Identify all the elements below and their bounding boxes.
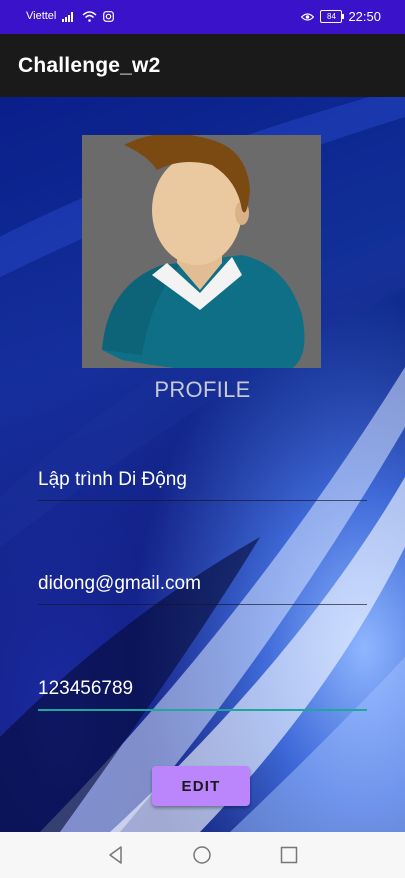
- app-bar: Challenge_w2: [0, 34, 405, 97]
- name-field[interactable]: [38, 460, 367, 500]
- profile-heading: PROFILE: [154, 377, 251, 402]
- avatar: [82, 133, 321, 374]
- signal-icon: [62, 11, 74, 22]
- name-field-container: [38, 460, 367, 501]
- home-icon[interactable]: [192, 845, 212, 865]
- phone-field-container: [38, 669, 367, 711]
- back-icon[interactable]: [106, 845, 126, 865]
- person-avatar-icon: [102, 133, 305, 374]
- status-bar: Viettel 84 22:50: [0, 0, 405, 34]
- recents-icon[interactable]: [279, 845, 299, 865]
- email-field[interactable]: [38, 564, 367, 604]
- wifi-icon: [82, 10, 97, 22]
- clock: 22:50: [348, 9, 381, 24]
- profile-screen: PROFILE EDIT: [0, 97, 405, 832]
- app-title: Challenge_w2: [18, 54, 161, 77]
- battery-icon: 84: [320, 10, 345, 23]
- email-field-container: [38, 564, 367, 605]
- eye-icon: [301, 12, 315, 21]
- instagram-icon: [103, 10, 115, 22]
- edit-button[interactable]: EDIT: [152, 766, 250, 806]
- phone-field[interactable]: [38, 669, 367, 709]
- carrier-label: Viettel: [26, 10, 57, 22]
- navigation-bar: [0, 832, 405, 878]
